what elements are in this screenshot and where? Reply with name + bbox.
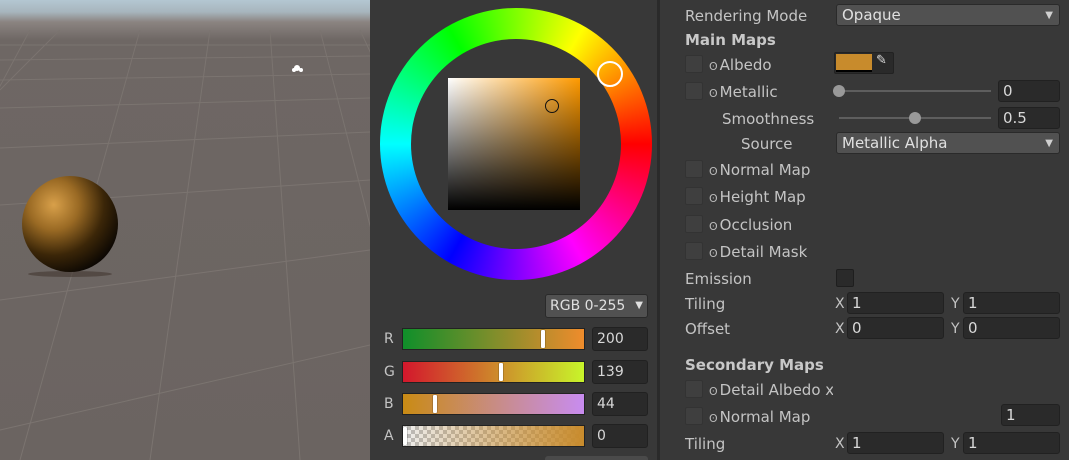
- detail-mask-label: Detail Mask: [719, 243, 808, 261]
- channel-row-b: B 44: [370, 392, 660, 416]
- tiling-y-field[interactable]: 1: [963, 292, 1060, 314]
- channel-row-a: A 0: [370, 424, 660, 448]
- channel-label: G: [384, 364, 395, 380]
- hue-handle[interactable]: [597, 61, 623, 87]
- metallic-slider-knob[interactable]: [833, 85, 845, 97]
- smoothness-value-field[interactable]: 0.5: [998, 107, 1060, 129]
- a-value-field[interactable]: 0: [592, 424, 648, 448]
- b-slider-thumb[interactable]: [433, 395, 437, 413]
- detail-albedo-label: Detail Albedo x2: [719, 381, 833, 399]
- chevron-down-icon: ▼: [1045, 138, 1053, 149]
- color-picker-panel: RGB 0-255 ▼ R 200 G 139 B 44 A 0: [370, 0, 660, 460]
- albedo-label: Albedo: [719, 56, 772, 74]
- texture-dot-icon: ʘ: [709, 385, 718, 398]
- metallic-value-field[interactable]: 0: [998, 80, 1060, 102]
- secondary-tiling-label: Tiling: [685, 435, 726, 453]
- tiling-x-label: X: [835, 296, 845, 312]
- offset-x-label: X: [835, 321, 845, 337]
- smoothness-label: Smoothness: [722, 110, 815, 128]
- a-slider[interactable]: [402, 425, 585, 447]
- emission-label: Emission: [685, 270, 752, 288]
- texture-dot-icon: ʘ: [709, 247, 718, 260]
- r-value-field[interactable]: 200: [592, 327, 648, 351]
- channel-row-g: G 139: [370, 360, 660, 384]
- channel-row-r: R 200: [370, 327, 660, 351]
- scene-view[interactable]: [0, 0, 370, 460]
- r-slider-thumb[interactable]: [541, 330, 545, 348]
- normal-map-texture-slot[interactable]: [685, 160, 703, 178]
- hex-field-partial[interactable]: [545, 456, 648, 460]
- secondary-tiling-y-field[interactable]: 1: [963, 432, 1060, 454]
- detail-albedo-texture-slot[interactable]: [685, 380, 703, 398]
- metallic-label: Metallic: [719, 83, 778, 101]
- detail-mask-texture-slot[interactable]: [685, 242, 703, 260]
- saturation-value-square[interactable]: [448, 78, 580, 210]
- secondary-tiling-x-label: X: [835, 436, 845, 452]
- channel-label: R: [384, 331, 394, 347]
- tiling-x-field[interactable]: 1: [847, 292, 944, 314]
- g-slider-thumb[interactable]: [499, 363, 503, 381]
- occlusion-label: Occlusion: [719, 216, 793, 234]
- secondary-normal-map-label: Normal Map: [719, 408, 811, 426]
- scene-grid: [0, 29, 370, 460]
- secondary-normal-scale-field[interactable]: 1: [1001, 404, 1060, 426]
- texture-dot-icon: ʘ: [709, 165, 718, 178]
- occlusion-texture-slot[interactable]: [685, 215, 703, 233]
- secondary-tiling-x-field[interactable]: 1: [847, 432, 944, 454]
- metallic-texture-slot[interactable]: [685, 82, 703, 100]
- albedo-texture-slot[interactable]: [685, 55, 703, 73]
- light-icon: [292, 65, 303, 72]
- channel-label: B: [384, 396, 394, 412]
- sv-handle[interactable]: [545, 99, 559, 113]
- r-slider[interactable]: [402, 328, 585, 350]
- source-label: Source: [741, 135, 793, 153]
- source-dropdown[interactable]: Metallic Alpha ▼: [836, 132, 1060, 154]
- smoothness-slider-knob[interactable]: [909, 112, 921, 124]
- texture-dot-icon: ʘ: [709, 60, 718, 73]
- texture-dot-icon: ʘ: [709, 220, 718, 233]
- material-inspector: Rendering Mode Opaque ▼ Main Maps ʘ Albedo…: [663, 0, 1069, 460]
- rendering-mode-label: Rendering Mode: [685, 7, 808, 25]
- rendering-mode-dropdown[interactable]: Opaque ▼: [836, 4, 1060, 26]
- secondary-maps-header: Secondary Maps: [685, 356, 824, 374]
- offset-label: Offset: [685, 320, 731, 338]
- offset-y-label: Y: [951, 321, 960, 337]
- offset-y-field[interactable]: 0: [963, 317, 1060, 339]
- height-map-texture-slot[interactable]: [685, 187, 703, 205]
- g-slider[interactable]: [402, 361, 585, 383]
- channel-label: A: [384, 428, 394, 444]
- a-slider-thumb[interactable]: [403, 427, 407, 445]
- sphere-object: [22, 176, 118, 272]
- tiling-label: Tiling: [685, 295, 726, 313]
- chevron-down-icon: ▼: [635, 300, 643, 311]
- b-value-field[interactable]: 44: [592, 392, 648, 416]
- texture-dot-icon: ʘ: [709, 192, 718, 205]
- albedo-color-field[interactable]: ✎: [834, 52, 894, 74]
- normal-map-label: Normal Map: [719, 161, 811, 179]
- tiling-y-label: Y: [951, 296, 960, 312]
- secondary-tiling-y-label: Y: [951, 436, 960, 452]
- color-mode-dropdown[interactable]: RGB 0-255 ▼: [545, 294, 648, 318]
- metallic-slider-track[interactable]: [839, 90, 991, 92]
- main-maps-header: Main Maps: [685, 31, 776, 49]
- texture-dot-icon: ʘ: [709, 412, 718, 425]
- texture-dot-icon: ʘ: [709, 87, 718, 100]
- eyedropper-icon[interactable]: ✎: [876, 53, 887, 68]
- offset-x-field[interactable]: 0: [847, 317, 944, 339]
- secondary-normal-map-texture-slot[interactable]: [685, 407, 703, 425]
- emission-checkbox[interactable]: [836, 269, 854, 287]
- height-map-label: Height Map: [719, 188, 806, 206]
- chevron-down-icon: ▼: [1045, 10, 1053, 21]
- b-slider[interactable]: [402, 393, 585, 415]
- g-value-field[interactable]: 139: [592, 360, 648, 384]
